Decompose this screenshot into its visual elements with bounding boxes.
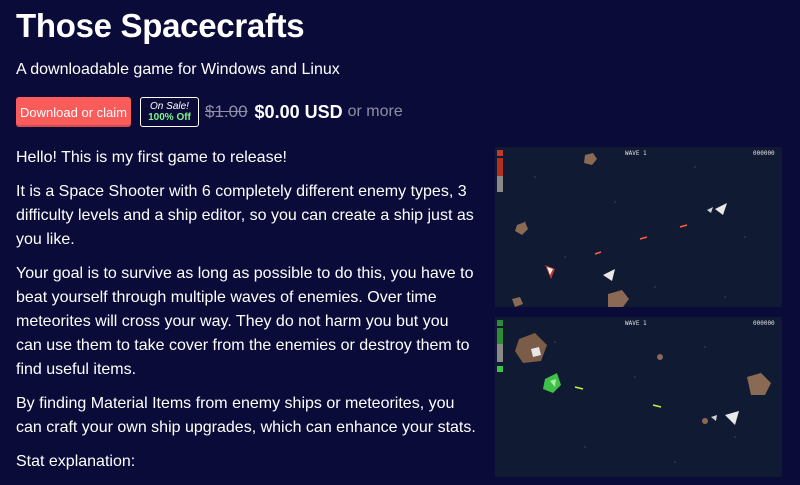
score-counter: 000000 bbox=[753, 320, 775, 327]
download-button[interactable]: Download or claim bbox=[16, 97, 131, 127]
description-paragraph: It is a Space Shooter with 6 completely … bbox=[16, 183, 474, 248]
game-subtitle: A downloadable game for Windows and Linu… bbox=[16, 61, 340, 78]
wave-counter: WAVE 1 bbox=[625, 150, 647, 157]
sale-badge-label: On Sale! bbox=[150, 101, 189, 112]
current-price: $0.00 USD bbox=[254, 101, 343, 122]
buy-row: Download or claim On Sale! 100% Off $1.0… bbox=[16, 97, 403, 127]
description-paragraph: Stat explanation: bbox=[16, 453, 136, 470]
score-counter: 000000 bbox=[753, 150, 775, 157]
screenshot-1[interactable]: WAVE 1 000000 bbox=[495, 147, 782, 307]
shield-icon bbox=[497, 320, 503, 326]
sale-badge-discount: 100% Off bbox=[148, 112, 191, 123]
or-more-label: or more bbox=[347, 103, 403, 120]
description-paragraph: Hello! This is my first game to release! bbox=[16, 149, 287, 166]
heart-icon bbox=[497, 150, 503, 156]
original-price: $1.00 bbox=[205, 102, 248, 121]
wave-counter: WAVE 1 bbox=[625, 320, 647, 327]
game-title: Those Spacecrafts bbox=[16, 7, 305, 44]
screenshot-2[interactable]: WAVE 1 000000 bbox=[495, 317, 782, 477]
game-description: Hello! This is my first game to release!… bbox=[16, 146, 478, 484]
description-paragraph: By finding Material Items from enemy shi… bbox=[16, 395, 476, 436]
description-paragraph: Your goal is to survive as long as possi… bbox=[16, 265, 474, 378]
sale-badge: On Sale! 100% Off bbox=[140, 97, 199, 127]
game-page: Those Spacecrafts A downloadable game fo… bbox=[0, 0, 800, 485]
